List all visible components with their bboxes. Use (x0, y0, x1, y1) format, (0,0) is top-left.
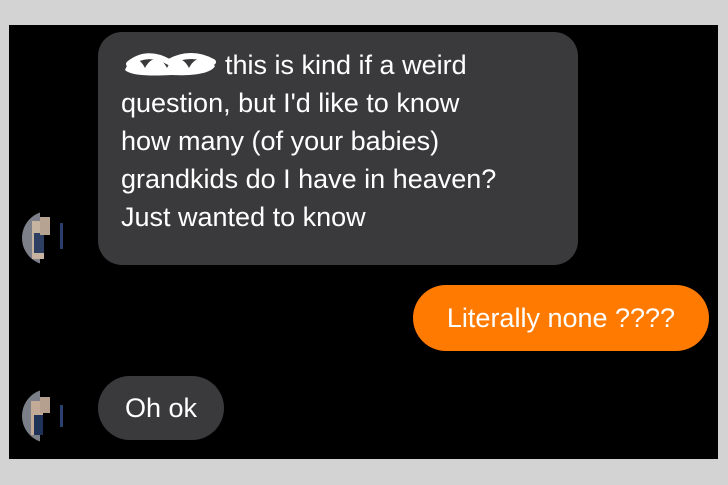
contact-avatar[interactable] (22, 389, 76, 443)
contact-avatar[interactable] (22, 211, 76, 265)
message-line: grandkids do I have in heaven? (121, 164, 497, 194)
contact-avatar-icon (22, 389, 76, 443)
outgoing-message-bubble[interactable]: Literally none ???? (413, 285, 709, 351)
message-line: Just wanted to know (121, 202, 366, 232)
message-text: this is kind if a weird (225, 50, 467, 80)
message-text: Oh ok (124, 393, 198, 423)
message-line: how many (of your babies) (121, 126, 440, 156)
scribble-redaction-icon (125, 53, 216, 76)
contact-avatar-icon (22, 211, 76, 265)
incoming-message-bubble[interactable]: this is kind if a weird question, but I'… (98, 32, 578, 265)
incoming-message-bubble[interactable]: Oh ok (98, 376, 224, 440)
message-text: Literally none ???? (446, 303, 676, 333)
chat-screen: this is kind if a weird question, but I'… (9, 25, 718, 459)
message-line: this is kind if a weird (121, 46, 558, 84)
message-line: question, but I'd like to know (121, 88, 460, 118)
